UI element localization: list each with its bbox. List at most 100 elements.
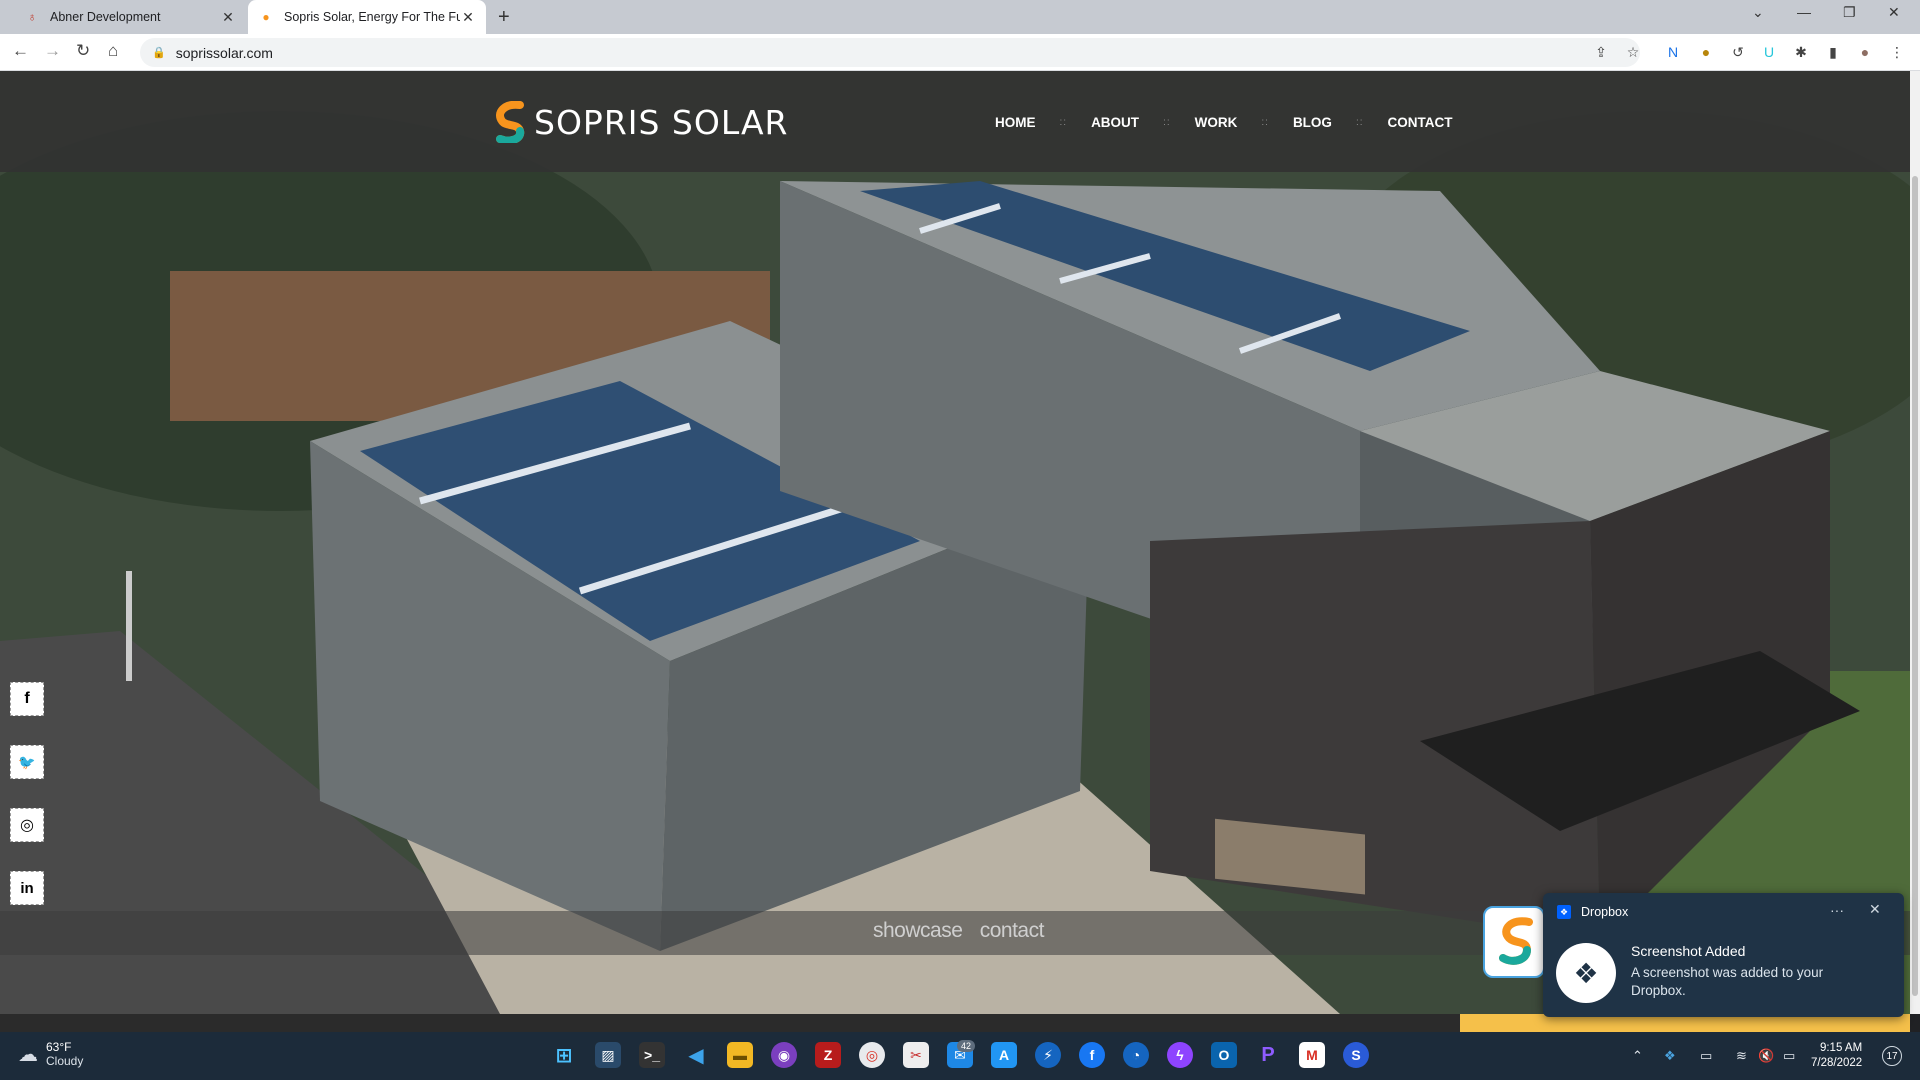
nav-work[interactable]: WORK <box>1195 115 1238 130</box>
browser-menu-icon[interactable]: ⋮ <box>1888 43 1906 61</box>
nav-separator: :: <box>1261 117 1269 128</box>
extensions-puzzle-icon[interactable]: ✱ <box>1792 43 1810 61</box>
tab-sopris-solar[interactable]: ● Sopris Solar, Energy For The Futu ✕ <box>248 0 486 34</box>
nav-contact[interactable]: CONTACT <box>1388 115 1453 130</box>
wifi-icon[interactable]: ≋ <box>1736 1048 1747 1064</box>
gmail-icon[interactable]: M <box>1299 1042 1325 1068</box>
filezilla-icon[interactable]: Z <box>815 1042 841 1068</box>
more-options-icon[interactable]: ··· <box>1830 902 1844 918</box>
toast-header: ❖ Dropbox <box>1557 905 1628 919</box>
solar-house-illustration <box>0 71 1910 1014</box>
photos-app-icon[interactable]: ▨ <box>595 1042 621 1068</box>
extension-sync-icon[interactable]: ↺ <box>1729 43 1747 61</box>
display-icon[interactable]: ▭ <box>1700 1048 1712 1064</box>
weather-condition: Cloudy <box>46 1054 84 1068</box>
scrollbar-thumb[interactable] <box>1912 176 1918 996</box>
home-icon[interactable]: ⌂ <box>108 41 118 61</box>
profile-avatar-icon[interactable]: ● <box>1856 43 1874 61</box>
mail-badge: 42 <box>957 1040 976 1052</box>
contact-link[interactable]: contact <box>980 919 1045 942</box>
nav-about[interactable]: ABOUT <box>1091 115 1139 130</box>
address-bar[interactable]: 🔒 soprissolar.com <box>140 38 1640 67</box>
facebook-app-icon[interactable]: f <box>1079 1042 1105 1068</box>
power-automate-icon[interactable]: ⚡ <box>1035 1042 1061 1068</box>
share-icon[interactable]: ⇪ <box>1592 43 1610 61</box>
dropbox-notification[interactable]: ❖ Dropbox ··· ✕ ❖ Screenshot Added A scr… <box>1543 893 1904 1017</box>
nav-separator: :: <box>1059 117 1068 128</box>
terminal-icon[interactable]: >_ <box>639 1042 665 1068</box>
sopris-logo-icon <box>492 100 532 145</box>
page-viewport: SOPRIS SOLAR HOME :: ABOUT :: WORK :: BL… <box>0 71 1910 1014</box>
minimize-button[interactable]: — <box>1797 4 1811 20</box>
battery-icon[interactable]: ▭ <box>1783 1048 1795 1064</box>
bookmark-star-icon[interactable]: ☆ <box>1624 43 1642 61</box>
toast-body: A screenshot was added to your Dropbox. <box>1631 965 1824 998</box>
page-scrollbar[interactable] <box>1910 71 1920 1014</box>
nav-separator: :: <box>1355 117 1364 128</box>
dropbox-tray-icon[interactable]: ❖ <box>1664 1048 1676 1064</box>
clock-time: 9:15 AM <box>1819 1042 1863 1054</box>
outlook-icon[interactable]: O <box>1211 1042 1237 1068</box>
cloud-icon: ☁ <box>18 1043 38 1066</box>
hero-image <box>0 71 1910 1014</box>
clock[interactable]: 9:15 AM 7/28/2022 <box>1811 1041 1862 1071</box>
clock-date: 7/28/2022 <box>1811 1057 1863 1069</box>
close-window-button[interactable]: ✕ <box>1888 4 1900 21</box>
reload-icon[interactable]: ↻ <box>76 41 90 61</box>
volume-muted-icon[interactable]: 🔇 <box>1758 1048 1774 1064</box>
url-text: soprissolar.com <box>175 44 273 61</box>
chrome-icon[interactable]: ◎ <box>859 1042 885 1068</box>
start-windows-icon[interactable]: ⊞ <box>551 1042 577 1068</box>
restore-button[interactable]: ❐ <box>1843 4 1856 21</box>
file-explorer-icon[interactable]: ▬ <box>727 1042 753 1068</box>
site-header: SOPRIS SOLAR HOME :: ABOUT :: WORK :: BL… <box>0 71 1910 172</box>
nav-blog[interactable]: BLOG <box>1293 115 1332 130</box>
instagram-icon[interactable]: ◎ <box>10 808 44 842</box>
linkedin-icon[interactable]: in <box>10 871 44 905</box>
sopris-favicon-icon: ● <box>262 10 270 24</box>
toast-title: Screenshot Added <box>1631 943 1746 959</box>
github-desktop-icon[interactable]: ◉ <box>771 1042 797 1068</box>
toast-app-name: Dropbox <box>1581 905 1629 919</box>
tab-abner-development[interactable]: ♁ Abner Development ✕ <box>14 0 246 34</box>
main-nav: HOME :: ABOUT :: WORK :: BLOG :: CONTACT <box>995 115 1453 130</box>
extension-cookie-icon[interactable]: ● <box>1697 43 1715 61</box>
weather-widget[interactable]: ☁ 63°F Cloudy <box>18 1040 83 1068</box>
showcase-link[interactable]: showcase <box>873 919 963 942</box>
back-arrow-icon[interactable]: ← <box>12 41 29 61</box>
chat-logo-icon <box>1499 917 1533 965</box>
sopris-app-icon[interactable]: S <box>1343 1042 1369 1068</box>
notification-center-icon[interactable]: 17 <box>1882 1046 1902 1066</box>
dropbox-small-icon: ❖ <box>1557 905 1571 919</box>
tab-strip: ♁ Abner Development ✕ ● Sopris Solar, En… <box>0 0 1920 34</box>
weather-temp: 63°F <box>46 1040 72 1054</box>
tab-search-icon[interactable]: ⌄ <box>1752 4 1764 21</box>
lock-icon[interactable]: 🔒 <box>152 46 166 59</box>
azure-icon[interactable]: A <box>991 1042 1017 1068</box>
chat-widget-button[interactable] <box>1483 906 1545 978</box>
extension-n-icon[interactable]: N <box>1664 43 1682 61</box>
close-tab-icon[interactable]: ✕ <box>460 9 476 26</box>
close-notification-icon[interactable]: ✕ <box>1869 901 1881 918</box>
pycharm-p-icon[interactable]: P <box>1255 1042 1281 1068</box>
site-logo[interactable]: SOPRIS SOLAR <box>492 100 789 145</box>
messenger-icon[interactable]: ϟ <box>1167 1042 1193 1068</box>
snip-tool-icon[interactable]: ✂ <box>903 1042 929 1068</box>
new-tab-button[interactable]: + <box>498 6 510 29</box>
side-panel-icon[interactable]: ▮ <box>1824 43 1842 61</box>
close-tab-icon[interactable]: ✕ <box>220 9 236 26</box>
nav-home[interactable]: HOME <box>995 115 1036 130</box>
brand-name: SOPRIS SOLAR <box>534 102 789 142</box>
browser-toolbar: ← → ↻ ⌂ 🔒 soprissolar.com ⇪ ☆ N ● ↺ U ✱ … <box>0 34 1920 71</box>
tab-title: Abner Development <box>50 10 161 24</box>
facebook-icon[interactable]: f <box>10 682 44 716</box>
chat-app-icon[interactable]: ◔ <box>1123 1042 1149 1068</box>
forward-arrow-icon[interactable]: → <box>44 41 61 61</box>
show-hidden-icons-chevron-icon[interactable]: ⌃ <box>1632 1048 1643 1064</box>
vscode-icon[interactable]: ◀ <box>683 1042 709 1068</box>
tab-title: Sopris Solar, Energy For The Futu <box>284 10 460 24</box>
twitter-icon[interactable]: 🐦 <box>10 745 44 779</box>
nav-separator: :: <box>1163 117 1171 128</box>
extension-u-icon[interactable]: U <box>1760 43 1778 61</box>
hero-links: showcase contact <box>873 919 1056 943</box>
